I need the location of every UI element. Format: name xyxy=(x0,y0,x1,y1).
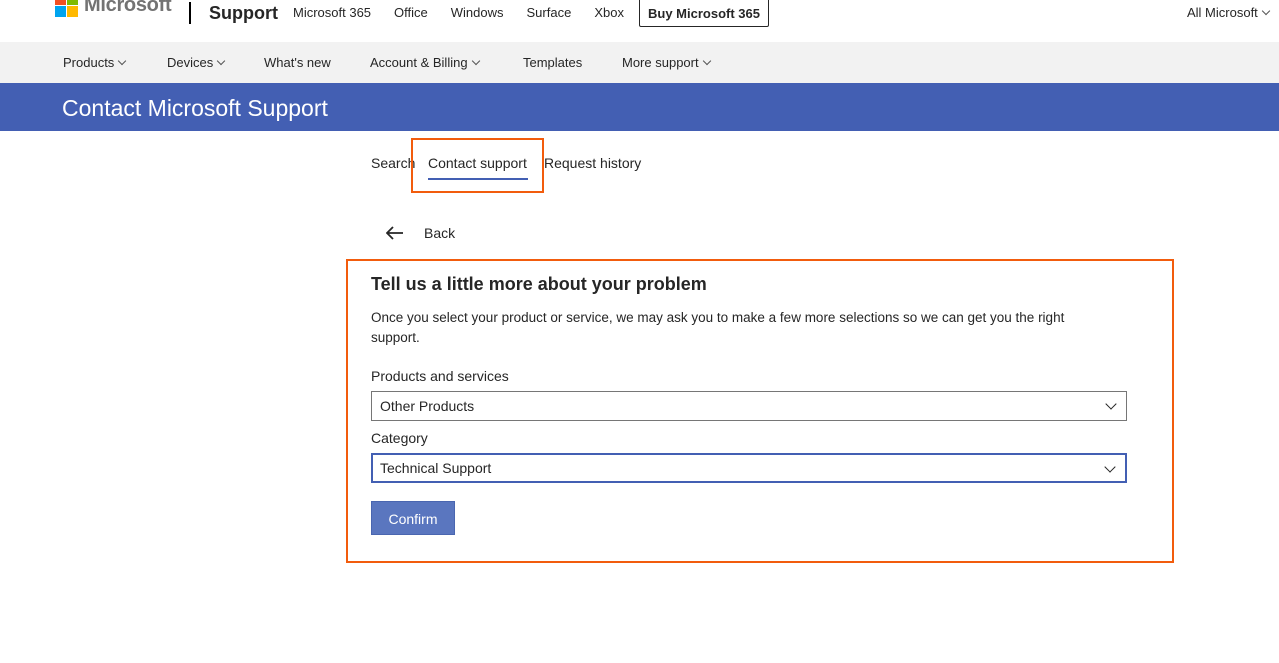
logo-text: Microsoft xyxy=(84,0,172,16)
subnav-devices-label: Devices xyxy=(167,55,214,70)
subnav-whats-new[interactable]: What's new xyxy=(264,55,370,70)
form-title: Tell us a little more about your problem xyxy=(371,274,707,294)
confirm-button[interactable]: Confirm xyxy=(371,501,455,535)
buy-microsoft-365-button[interactable]: Buy Microsoft 365 xyxy=(639,0,769,27)
tab-search[interactable]: Search xyxy=(371,155,415,171)
chevron-down-icon xyxy=(1104,461,1116,473)
nav-microsoft-365[interactable]: Microsoft 365 xyxy=(293,5,371,20)
subnav-templates[interactable]: Templates xyxy=(523,55,622,70)
category-select[interactable]: Technical Support xyxy=(371,453,1127,483)
back-label: Back xyxy=(424,225,456,241)
all-microsoft-label: All Microsoft xyxy=(1187,5,1258,20)
products-services-select[interactable]: Other Products xyxy=(371,391,1127,421)
top-bar: Microsoft Support Microsoft 365 Office W… xyxy=(0,0,1279,42)
chevron-down-icon xyxy=(702,56,711,65)
page-title: Contact Microsoft Support xyxy=(62,95,328,121)
arrow-left-icon xyxy=(386,226,403,240)
subnav-account-billing[interactable]: Account & Billing xyxy=(370,55,523,70)
back-button[interactable]: Back xyxy=(386,225,455,241)
highlight-box-tab xyxy=(411,138,544,193)
products-services-value: Other Products xyxy=(380,398,475,414)
subnav-products[interactable]: Products xyxy=(63,55,167,70)
chevron-down-icon xyxy=(1261,6,1271,15)
chevron-down-icon xyxy=(217,56,226,65)
microsoft-logo-icon xyxy=(55,0,78,17)
category-value: Technical Support xyxy=(380,460,492,476)
chevron-down-icon xyxy=(471,56,480,65)
subnav-more-support-label: More support xyxy=(622,55,699,70)
tab-request-history[interactable]: Request history xyxy=(544,155,641,171)
support-brand-link[interactable]: Support xyxy=(209,3,278,24)
products-services-label: Products and services xyxy=(371,368,509,384)
top-nav: Microsoft 365 Office Windows Surface Xbo… xyxy=(293,5,647,20)
microsoft-logo[interactable]: Microsoft xyxy=(55,0,172,17)
nav-office[interactable]: Office xyxy=(394,5,428,20)
nav-surface[interactable]: Surface xyxy=(527,5,572,20)
nav-windows[interactable]: Windows xyxy=(451,5,504,20)
category-label: Category xyxy=(371,430,428,446)
subnav-whats-new-label: What's new xyxy=(264,55,331,70)
subnav-account-billing-label: Account & Billing xyxy=(370,55,468,70)
subnav-products-label: Products xyxy=(63,55,115,70)
chevron-down-icon xyxy=(1105,398,1117,410)
subnav-more-support[interactable]: More support xyxy=(622,55,711,70)
subnav-templates-label: Templates xyxy=(523,55,583,70)
nav-xbox[interactable]: Xbox xyxy=(594,5,624,20)
header-divider xyxy=(189,2,191,24)
page-banner: Contact Microsoft Support xyxy=(0,83,1279,131)
subnav-devices[interactable]: Devices xyxy=(167,55,264,70)
chevron-down-icon xyxy=(118,56,127,65)
all-microsoft-menu[interactable]: All Microsoft xyxy=(1187,5,1271,20)
secondary-nav: Products Devices What's new Account & Bi… xyxy=(0,42,1279,83)
form-description: Once you select your product or service,… xyxy=(371,310,1065,345)
